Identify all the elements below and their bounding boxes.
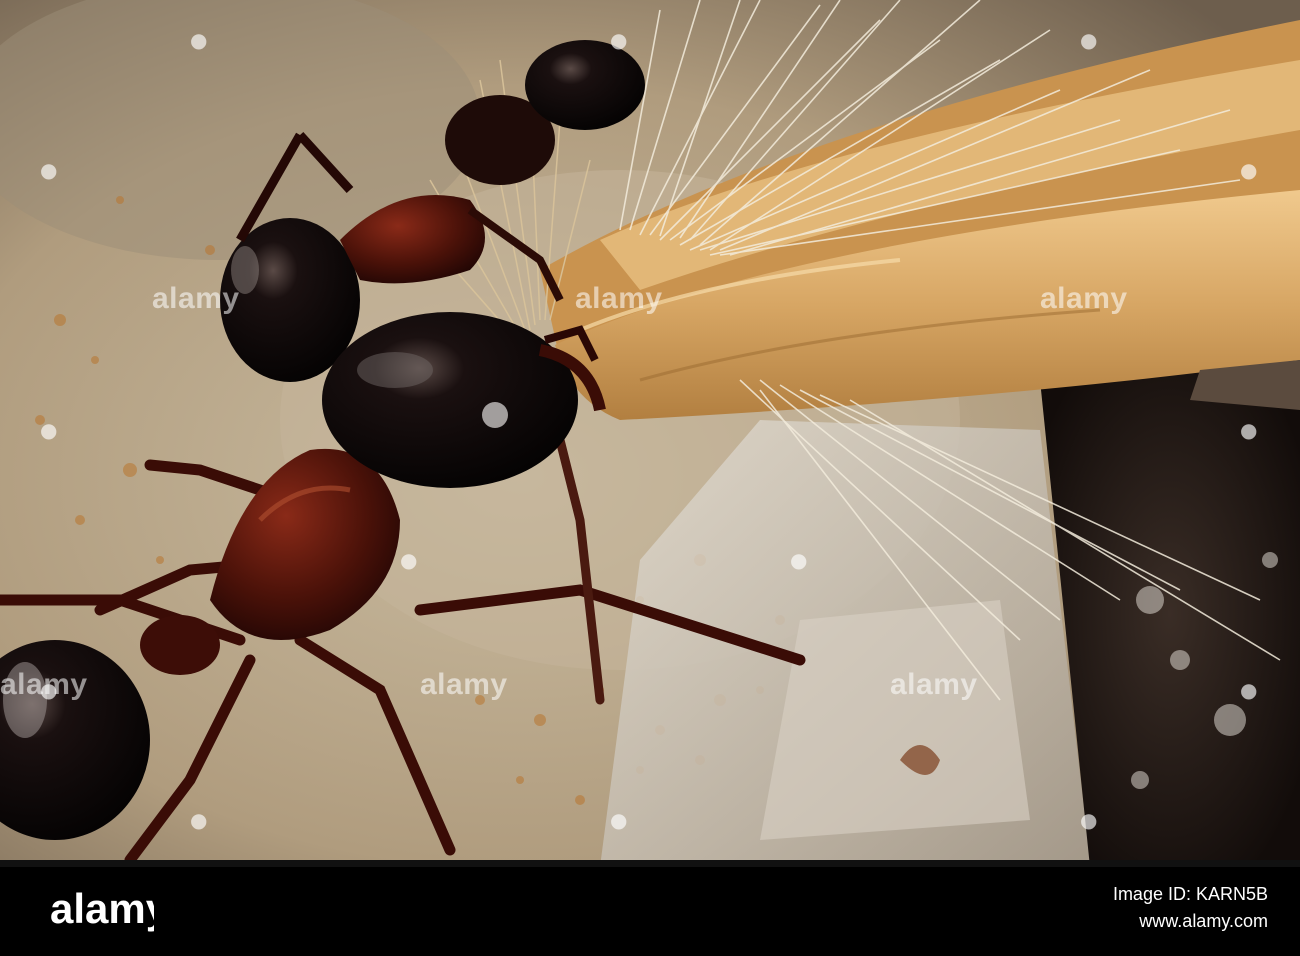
alamy-a-icon: ●: [1080, 28, 1098, 52]
watermark-text: alamy: [152, 282, 240, 315]
ant-macro-photo: [0, 0, 1300, 867]
watermark-text: alamy: [420, 668, 508, 701]
watermark-text: alamy: [575, 282, 663, 315]
alamy-a-icon: ●: [790, 548, 808, 572]
image-id-label: Image ID: KARN5B: [1112, 884, 1268, 904]
alamy-a-icon: ●: [610, 808, 628, 832]
watermark-text: alamy: [890, 668, 978, 701]
alamy-a-icon: ●: [190, 808, 208, 832]
alamy-a-icon: ●: [40, 158, 58, 182]
alamy-a-icon: ●: [1240, 678, 1258, 702]
alamy-a-icon: ●: [610, 28, 628, 52]
alamy-a-icon: ●: [1240, 158, 1258, 182]
watermark-text: alamy: [1040, 282, 1128, 315]
alamy-a-icon: ●: [400, 548, 418, 572]
alamy-a-icon: ●: [190, 28, 208, 52]
stock-photo-stage: alamy alamy alamy alamy alamy alamy ● ● …: [0, 0, 1300, 956]
alamy-a-icon: ●: [40, 678, 58, 702]
footer-bar: alamy Image ID: KARN5B www.alamy.com: [0, 867, 1300, 956]
alamy-a-icon: ●: [40, 418, 58, 442]
alamy-a-icon: ●: [1080, 808, 1098, 832]
website-label: www.alamy.com: [1139, 911, 1268, 931]
alamy-a-icon: ●: [1240, 418, 1258, 442]
